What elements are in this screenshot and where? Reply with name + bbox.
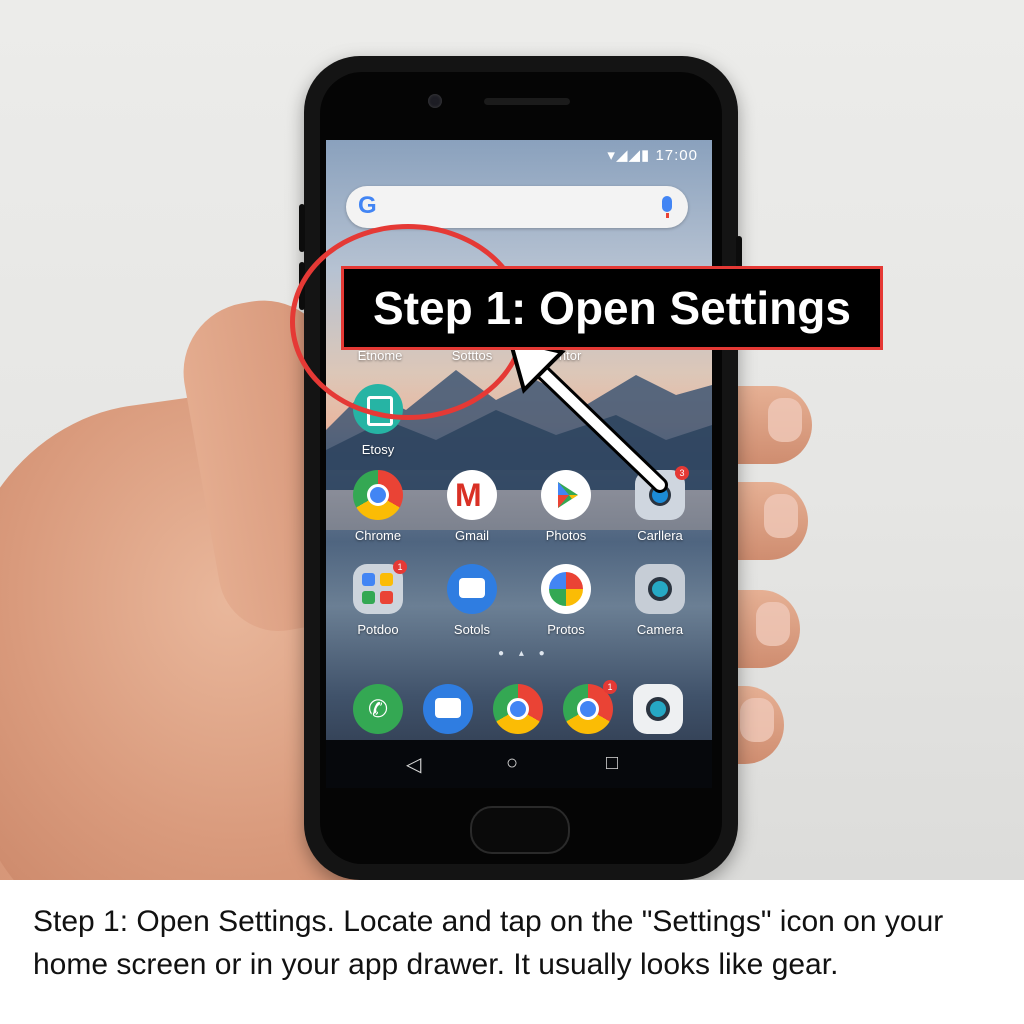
signal-icon: ▾◢◢▮ bbox=[607, 147, 651, 164]
app-label: Potdoo bbox=[357, 622, 399, 637]
navigation-bar: ◁ ○ □ bbox=[326, 740, 712, 788]
hardware-home-button[interactable] bbox=[470, 806, 570, 854]
pointer-arrow bbox=[507, 337, 668, 493]
clock: 17:00 bbox=[655, 147, 698, 164]
folder-icon: 1 bbox=[353, 560, 407, 614]
instruction-caption: Step 1: Open Settings. Locate and tap on… bbox=[0, 880, 1024, 1024]
front-camera bbox=[428, 94, 442, 108]
photo-backdrop: ▾◢◢▮ 17:00 G Etnome Sotttos Frhtor Etosy bbox=[0, 0, 1024, 880]
dock-messages[interactable] bbox=[408, 684, 488, 734]
step-banner: Step 1: Open Settings bbox=[341, 266, 883, 350]
dock-chrome-badged[interactable]: 1 bbox=[548, 680, 628, 734]
app-camera[interactable]: Camera bbox=[620, 564, 700, 637]
messages-icon bbox=[447, 564, 497, 614]
dock-phone[interactable]: ✆ bbox=[338, 684, 418, 734]
notification-badge: 1 bbox=[603, 680, 617, 694]
caption-text: Step 1: Open Settings. Locate and tap on… bbox=[33, 905, 944, 981]
app-label: Gmail bbox=[455, 528, 489, 543]
earpiece-speaker bbox=[484, 98, 570, 105]
app-chrome[interactable]: Chrome bbox=[338, 470, 418, 543]
google-logo-icon: G bbox=[358, 192, 377, 219]
page-indicator: ● ▴ ● bbox=[498, 648, 551, 659]
back-icon[interactable]: ◁ bbox=[406, 752, 421, 777]
app-photos-pinwheel[interactable]: Protos bbox=[526, 564, 606, 637]
camera-icon bbox=[633, 684, 683, 734]
phone-icon: ✆ bbox=[353, 684, 403, 734]
status-bar: ▾◢◢▮ 17:00 bbox=[607, 146, 698, 164]
messages-icon bbox=[423, 684, 473, 734]
recents-icon[interactable]: □ bbox=[606, 752, 618, 775]
dock-camera[interactable] bbox=[618, 684, 698, 734]
dock-chrome[interactable] bbox=[478, 684, 558, 734]
gmail-icon: M bbox=[447, 470, 497, 520]
app-label: Chrome bbox=[354, 528, 402, 543]
app-label: Sotols bbox=[453, 622, 491, 637]
notification-badge: 1 bbox=[393, 560, 407, 574]
home-icon[interactable]: ○ bbox=[506, 752, 518, 775]
app-label: Carllera bbox=[637, 528, 683, 543]
photos-pinwheel-icon bbox=[541, 564, 591, 614]
google-search-bar[interactable]: G bbox=[346, 186, 688, 228]
microphone-icon[interactable] bbox=[662, 196, 672, 218]
chrome-icon bbox=[493, 684, 543, 734]
camera-icon bbox=[635, 564, 685, 614]
app-label: Photos bbox=[545, 528, 587, 543]
app-label: Etosy bbox=[361, 442, 395, 457]
app-label: Protos bbox=[547, 622, 585, 637]
volume-button bbox=[299, 204, 305, 252]
chrome-icon bbox=[353, 470, 403, 520]
app-messages[interactable]: Sotols bbox=[432, 564, 512, 637]
chrome-icon: 1 bbox=[563, 680, 617, 734]
app-label: Camera bbox=[636, 622, 684, 637]
app-folder[interactable]: 1 Potdoo bbox=[338, 560, 418, 637]
